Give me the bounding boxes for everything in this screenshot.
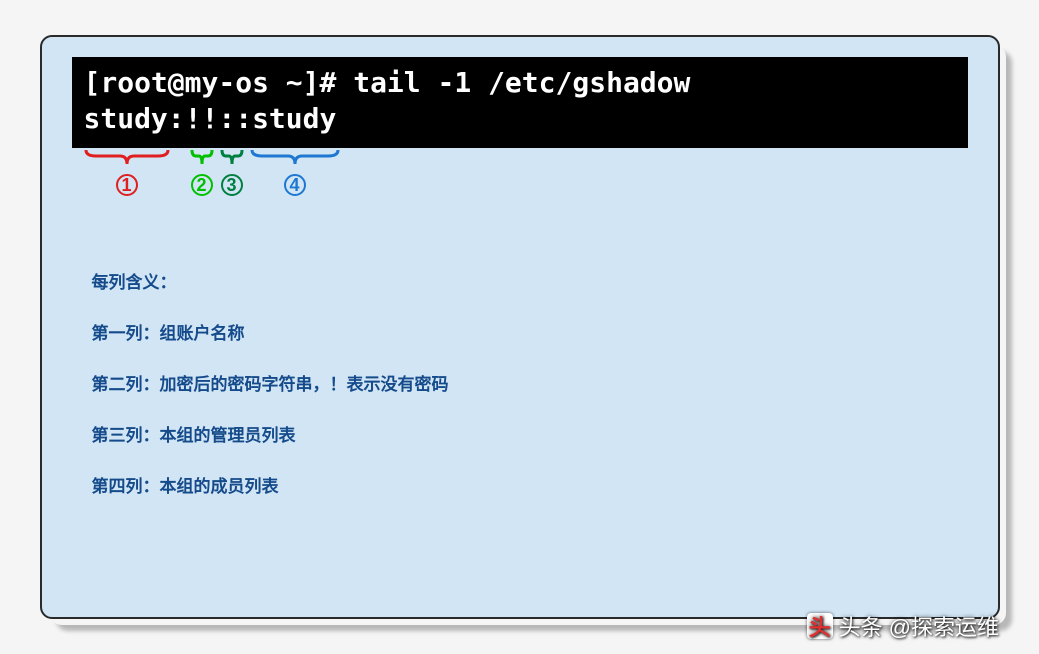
- bracket-annotations: 1 2 3 4: [72, 148, 968, 208]
- bracket-3: 3: [220, 148, 244, 196]
- heading-meaning: 每列含义：: [92, 268, 948, 293]
- column-1-desc: 第一列：组账户名称: [92, 319, 948, 344]
- bracket-3-number: 3: [221, 174, 243, 196]
- watermark: 头 头条 @探索运维: [807, 610, 999, 642]
- column-2-desc: 第二列：加密后的密码字符串，！表示没有密码: [92, 370, 948, 395]
- column-3-desc: 第三列：本组的管理员列表: [92, 421, 948, 446]
- brace-icon: [250, 148, 340, 168]
- document-frame: [root@my-os ~]# tail -1 /etc/gshadow stu…: [40, 35, 1000, 619]
- terminal-line-2: study:!!::study: [84, 102, 337, 135]
- bracket-4: 4: [250, 148, 340, 196]
- explanation-section: 每列含义： 第一列：组账户名称 第二列：加密后的密码字符串，！表示没有密码 第三…: [42, 208, 998, 497]
- bracket-1: 1: [84, 148, 170, 196]
- watermark-author: @探索运维: [889, 610, 999, 642]
- terminal-block: [root@my-os ~]# tail -1 /etc/gshadow stu…: [72, 57, 968, 148]
- bracket-1-number: 1: [116, 174, 138, 196]
- bracket-4-number: 4: [284, 174, 306, 196]
- column-4-desc: 第四列：本组的成员列表: [92, 472, 948, 497]
- terminal-line-1: [root@my-os ~]# tail -1 /etc/gshadow: [84, 66, 691, 99]
- brace-icon: [190, 148, 214, 168]
- toutiao-icon: 头: [807, 613, 833, 639]
- brace-icon: [84, 148, 170, 168]
- bracket-2-number: 2: [191, 174, 213, 196]
- watermark-prefix: 头条: [839, 610, 883, 642]
- bracket-2: 2: [190, 148, 214, 196]
- brace-icon: [220, 148, 244, 168]
